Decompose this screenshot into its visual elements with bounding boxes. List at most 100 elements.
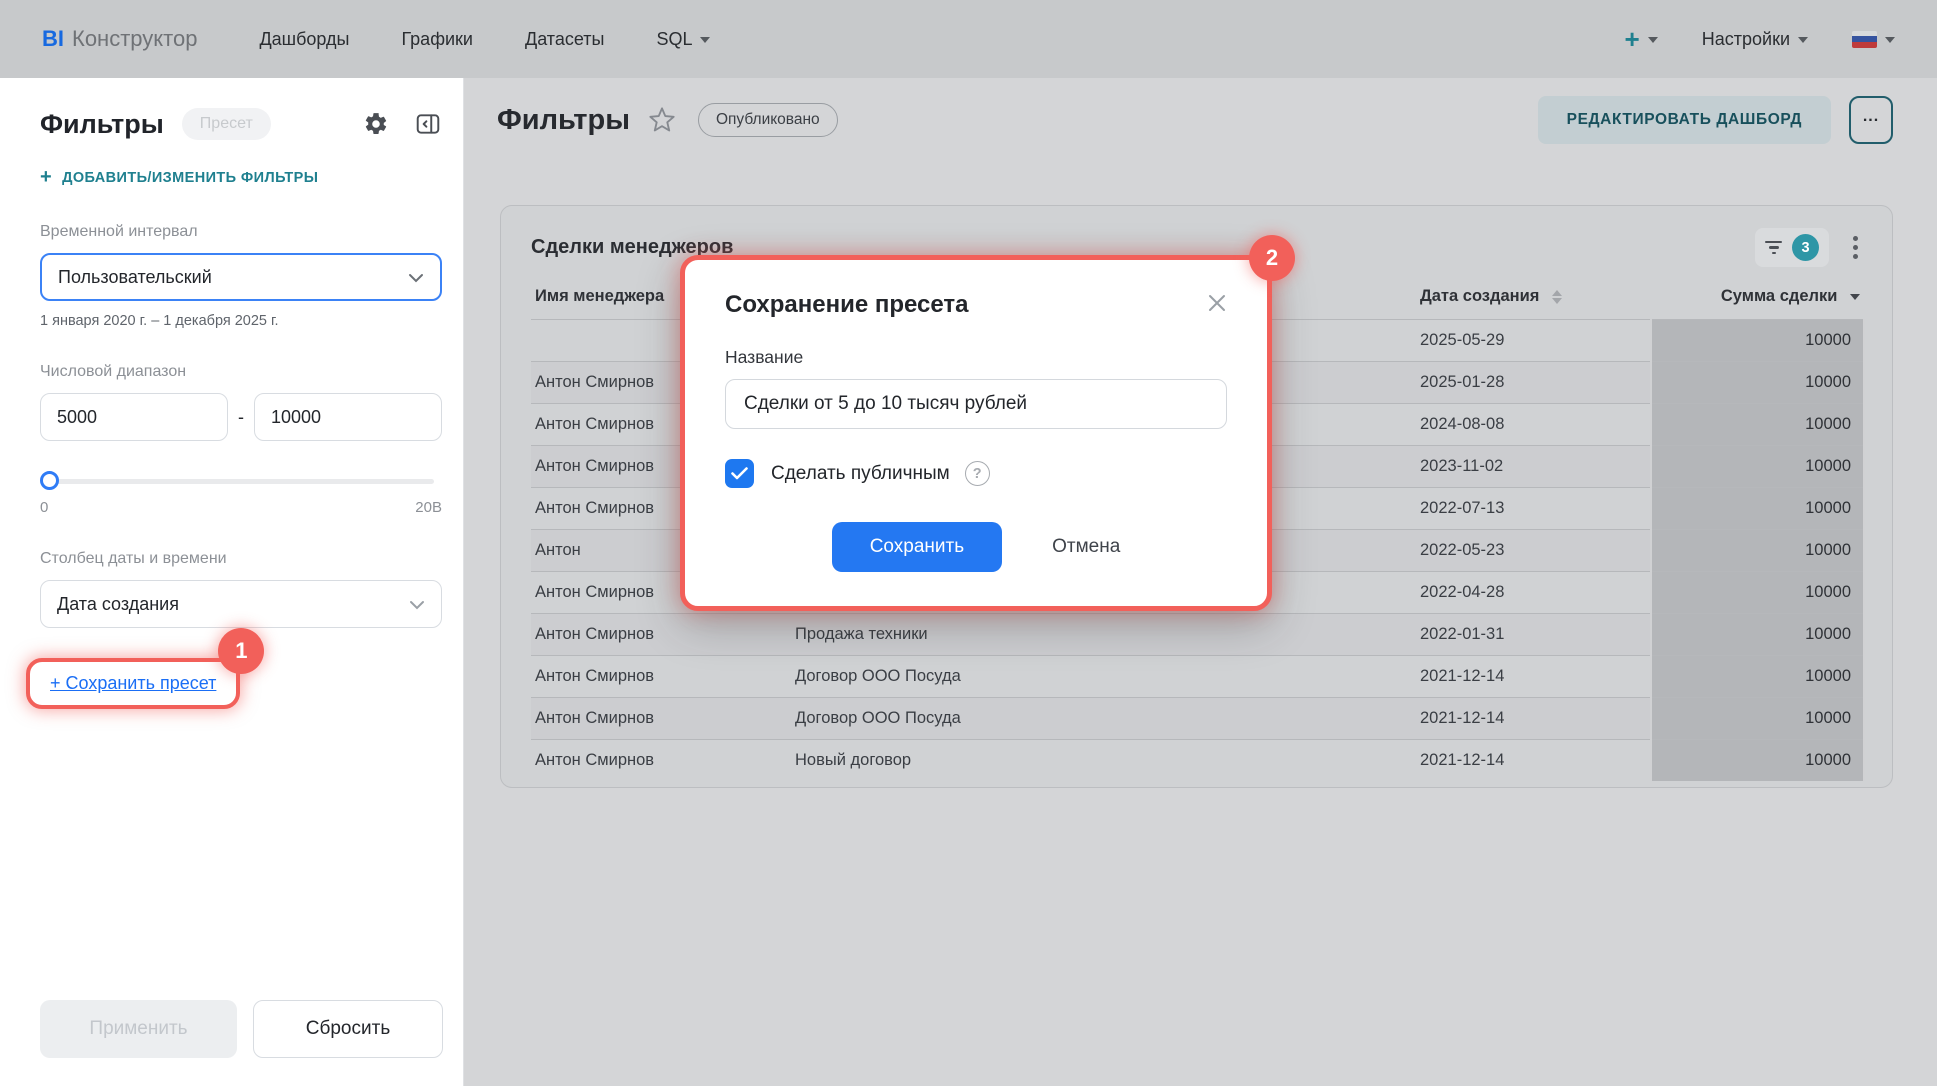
date-column-select[interactable]: Дата создания (40, 580, 442, 628)
close-icon[interactable] (1207, 293, 1227, 318)
numeric-range-label: Числовой диапазон (40, 363, 442, 381)
add-edit-filters-label: ДОБАВИТЬ/ИЗМЕНИТЬ ФИЛЬТРЫ (62, 170, 318, 186)
annotation-badge-1: 1 (218, 628, 264, 674)
chevron-down-icon (1798, 37, 1808, 43)
app-logo[interactable]: BI Конструктор (42, 26, 197, 52)
cell-deal: Договор ООО Посуда (791, 697, 1416, 739)
range-slider[interactable] (40, 471, 442, 491)
nav-item-label: Датасеты (525, 29, 604, 50)
status-badge: Опубликовано (698, 103, 838, 137)
cell-amount: 10000 (1651, 739, 1864, 781)
preset-name-input[interactable] (725, 379, 1227, 429)
range-max-input[interactable] (254, 393, 442, 441)
language-dropdown[interactable] (1852, 31, 1895, 48)
logo-bi: BI (42, 26, 64, 52)
slider-max-label: 20B (415, 499, 442, 516)
more-options-button[interactable]: ... (1849, 96, 1893, 144)
modal-cancel-button[interactable]: Отмена (1052, 536, 1120, 558)
time-interval-select[interactable]: Пользовательский (40, 253, 442, 301)
app-window: BI Конструктор Дашборды Графики Датасеты… (0, 0, 1937, 1086)
plus-icon: + (40, 166, 52, 189)
nav-item-label: Дашборды (259, 29, 349, 50)
preset-name-label: Название (725, 347, 1227, 368)
sidebar-title: Фильтры (40, 109, 164, 140)
column-header-created[interactable]: Дата создания (1416, 275, 1651, 319)
cell-amount: 10000 (1651, 445, 1864, 487)
cell-amount: 10000 (1651, 697, 1864, 739)
annotation-badge-2: 2 (1249, 235, 1295, 281)
kebab-menu-icon[interactable] (1849, 232, 1862, 263)
russia-flag-icon (1852, 31, 1877, 48)
star-favorite-icon[interactable] (648, 106, 676, 134)
cell-created: 2024-08-08 (1416, 403, 1651, 445)
table-row[interactable]: Антон СмирновПродажа техники2022-01-3110… (531, 613, 1864, 655)
cell-amount: 10000 (1651, 529, 1864, 571)
nav-item-dashboards[interactable]: Дашборды (259, 29, 349, 50)
date-column-value: Дата создания (57, 594, 179, 615)
chevron-down-icon (700, 37, 710, 43)
cell-created: 2022-01-31 (1416, 613, 1651, 655)
nav-menu: Дашборды Графики Датасеты SQL (259, 29, 710, 50)
cell-deal: Договор ООО Посуда (791, 655, 1416, 697)
cell-manager: Антон Смирнов (531, 739, 791, 781)
sidebar-header: Фильтры Пресет (40, 108, 442, 140)
cell-amount: 10000 (1651, 655, 1864, 697)
range-min-input[interactable] (40, 393, 228, 441)
save-preset-modal: Сохранение пресета Название Сделать публ… (680, 255, 1272, 611)
create-new-dropdown[interactable]: + (1625, 26, 1658, 52)
collapse-panel-icon[interactable] (414, 110, 442, 138)
slider-track[interactable] (42, 479, 434, 484)
time-interval-value: Пользовательский (58, 267, 212, 288)
slider-handle[interactable] (40, 471, 59, 490)
edit-dashboard-button[interactable]: РЕДАКТИРОВАТЬ ДАШБОРД (1538, 96, 1831, 144)
make-public-label: Сделать публичным (771, 463, 950, 485)
logo-text: Конструктор (72, 26, 197, 52)
cell-manager: Антон Смирнов (531, 697, 791, 739)
column-header-label: Сумма сделки (1721, 287, 1838, 305)
filter-count-badge: 3 (1792, 234, 1819, 261)
nav-item-datasets[interactable]: Датасеты (525, 29, 604, 50)
save-preset-annotation: + Сохранить пресет 1 (26, 658, 240, 709)
table-row[interactable]: Антон СмирновНовый договор2021-12-141000… (531, 739, 1864, 781)
make-public-checkbox[interactable] (725, 459, 754, 488)
cell-amount: 10000 (1651, 571, 1864, 613)
cell-created: 2025-05-29 (1416, 319, 1651, 361)
plus-icon: + (1625, 26, 1640, 52)
settings-dropdown[interactable]: Настройки (1702, 29, 1808, 50)
chevron-down-icon (408, 267, 424, 288)
modal-save-button[interactable]: Сохранить (832, 522, 1002, 572)
nav-item-sql[interactable]: SQL (656, 29, 710, 50)
column-header-amount[interactable]: Сумма сделки (1651, 275, 1864, 319)
cell-created: 2021-12-14 (1416, 739, 1651, 781)
filter-icon (1765, 241, 1782, 255)
apply-button[interactable]: Применить (40, 1000, 237, 1058)
widget-filter-button[interactable]: 3 (1755, 228, 1829, 267)
dashboard-header: Фильтры Опубликовано РЕДАКТИРОВАТЬ ДАШБО… (497, 96, 1893, 144)
cell-amount: 10000 (1651, 613, 1864, 655)
page-title: Фильтры (497, 104, 630, 137)
cell-amount: 10000 (1651, 403, 1864, 445)
modal-title: Сохранение пресета (725, 291, 969, 319)
column-header-label: Дата создания (1420, 287, 1539, 305)
top-navbar: BI Конструктор Дашборды Графики Датасеты… (0, 0, 1937, 78)
cell-deal: Новый договор (791, 739, 1416, 781)
save-preset-link[interactable]: + Сохранить пресет (50, 673, 216, 693)
cell-created: 2022-05-23 (1416, 529, 1651, 571)
reset-button[interactable]: Сбросить (253, 1000, 443, 1058)
cell-manager: Антон Смирнов (531, 613, 791, 655)
date-range-hint: 1 января 2020 г. – 1 декабря 2025 г. (40, 313, 442, 329)
cell-amount: 10000 (1651, 361, 1864, 403)
sort-icon (1552, 290, 1562, 304)
time-interval-label: Временной интервал (40, 223, 442, 241)
table-row[interactable]: Антон СмирновДоговор ООО Посуда2021-12-1… (531, 697, 1864, 739)
chevron-down-icon (409, 594, 425, 615)
cell-created: 2021-12-14 (1416, 697, 1651, 739)
nav-item-charts[interactable]: Графики (401, 29, 473, 50)
gear-icon[interactable] (362, 110, 390, 138)
table-row[interactable]: Антон СмирновДоговор ООО Посуда2021-12-1… (531, 655, 1864, 697)
cell-created: 2022-07-13 (1416, 487, 1651, 529)
chevron-down-icon (1648, 37, 1658, 43)
help-icon[interactable]: ? (965, 461, 990, 486)
preset-badge: Пресет (182, 108, 271, 140)
add-edit-filters-button[interactable]: + ДОБАВИТЬ/ИЗМЕНИТЬ ФИЛЬТРЫ (40, 166, 442, 189)
